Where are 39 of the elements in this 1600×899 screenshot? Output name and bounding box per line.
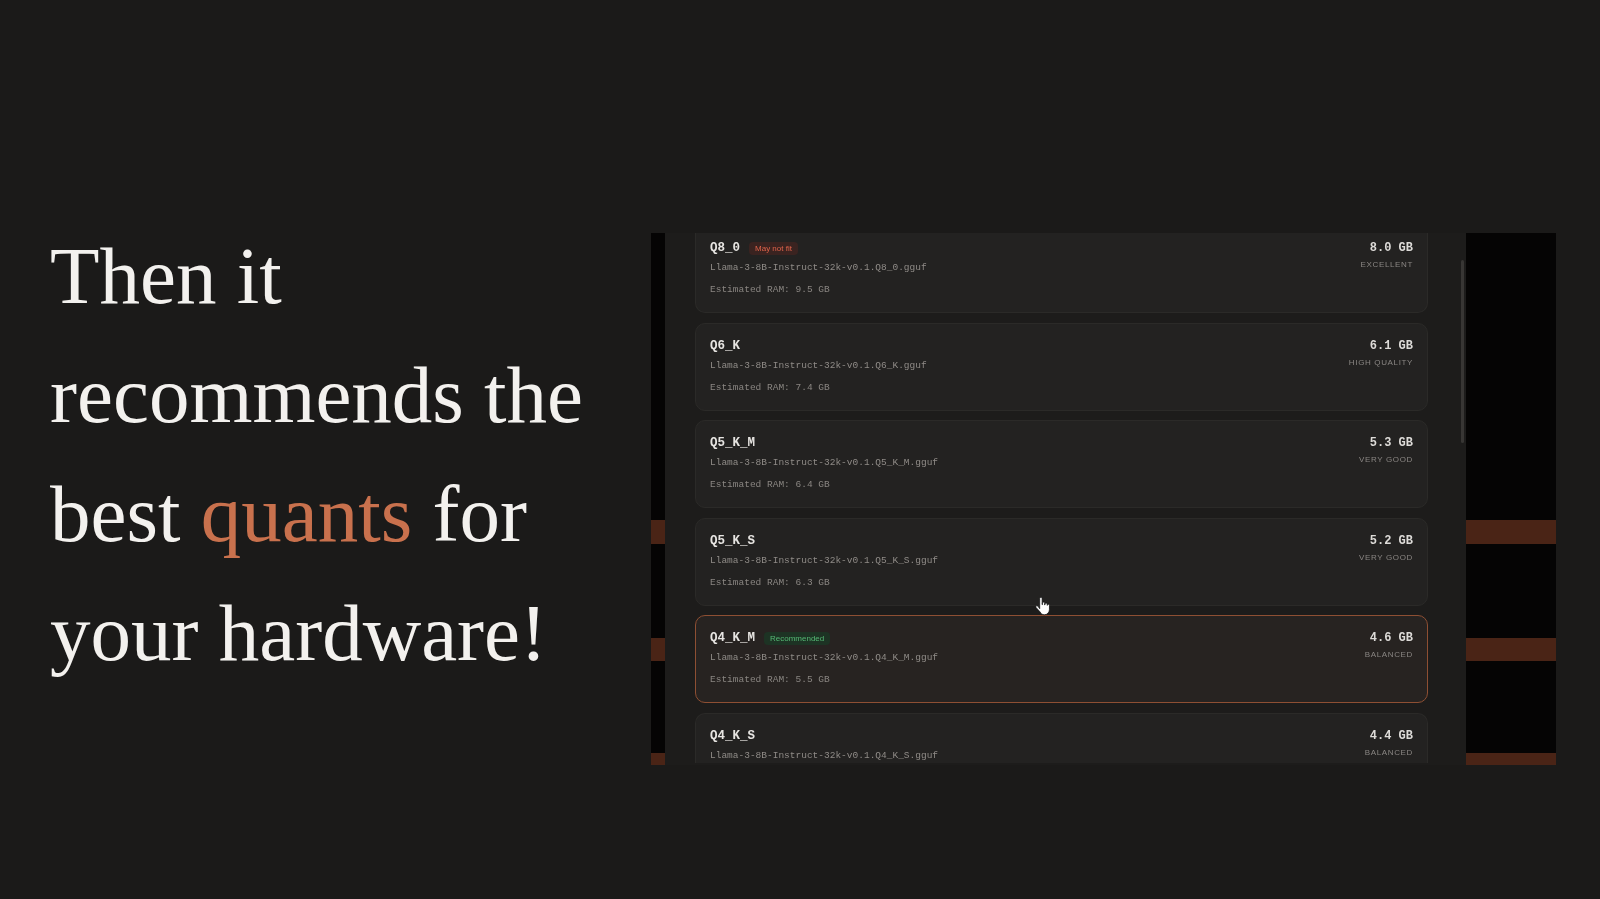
file-size: 5.3 GB [1369, 435, 1413, 451]
file-name: Llama-3-8B-Instruct-32k-v0.1.Q5_K_M.gguf [710, 456, 939, 470]
file-name: Llama-3-8B-Instruct-32k-v0.1.Q4_K_S.gguf [710, 748, 939, 763]
status-badge: May not fit [749, 241, 798, 255]
quality-label: VERY GOOD [1359, 454, 1413, 466]
file-size: 6.1 GB [1369, 337, 1413, 354]
quant-name: Q8_0 [710, 240, 740, 256]
quality-label: HIGH QUALITY [1348, 356, 1413, 369]
quant-name: Q4_K_S [710, 727, 755, 744]
quant-card[interactable]: Q5_K_M Llama-3-8B-Instruct-32k-v0.1.Q5_K_M.gguf Estimated RAM: 6.4 GB 5.3 GB VERY GOOD [695, 420, 1428, 508]
file-name: Llama-3-8B-Instruct-32k-v0.1.Q8_0.gguf [710, 261, 927, 275]
quant-card[interactable]: Q4_K_M Recommended Llama-3-8B-Instruct-32k-v0.1.Q4_K_M.gguf Estimated RAM: 5.5 GB 4.6 GB BALANCED [695, 615, 1428, 703]
quality-label: BALANCED [1364, 649, 1413, 661]
estimated-ram: Estimated RAM: 6.4 GB [710, 478, 831, 492]
file-size: 5.2 GB [1369, 532, 1413, 549]
file-size: 8.0 GB [1369, 240, 1413, 256]
quant-card[interactable]: Q8_0 May not fit Llama-3-8B-Instruct-32k-v0.1.Q8_0.gguf Estimated RAM: 9.5 GB 8.0 GB EXCELLENT [695, 233, 1428, 313]
file-size: 4.4 GB [1369, 727, 1413, 744]
file-name: Llama-3-8B-Instruct-32k-v0.1.Q5_K_S.gguf [710, 553, 939, 568]
quant-card[interactable]: Q4_K_S Llama-3-8B-Instruct-32k-v0.1.Q4_K_S.gguf 4.4 GB BALANCED [695, 712, 1428, 763]
file-name: Llama-3-8B-Instruct-32k-v0.1.Q4_K_M.gguf [710, 651, 939, 665]
hand-cursor-icon [1035, 597, 1050, 616]
quant-name: Q5_K_S [710, 532, 755, 549]
file-size: 4.6 GB [1369, 630, 1413, 646]
quant-name: Q4_K_M [710, 630, 755, 646]
quality-label: EXCELLENT [1360, 259, 1413, 271]
quant-name: Q6_K [710, 337, 740, 354]
quant-card[interactable]: Q6_K Llama-3-8B-Instruct-32k-v0.1.Q6_K.gguf Estimated RAM: 7.4 GB 6.1 GB HIGH QUALITY [695, 322, 1428, 411]
status-badge: Recommended [764, 631, 831, 645]
estimated-ram: Estimated RAM: 5.5 GB [710, 673, 831, 687]
headline: Then it recommends the best quants for your hardware! [50, 230, 585, 680]
estimated-ram: Estimated RAM: 7.4 GB [710, 380, 831, 395]
quant-card[interactable]: Q5_K_S Llama-3-8B-Instruct-32k-v0.1.Q5_K_S.gguf Estimated RAM: 6.3 GB 5.2 GB VERY GOOD [695, 517, 1428, 606]
file-name: Llama-3-8B-Instruct-32k-v0.1.Q6_K.gguf [710, 358, 927, 373]
quant-name: Q5_K_M [710, 435, 755, 451]
quality-label: BALANCED [1364, 746, 1413, 759]
estimated-ram: Estimated RAM: 6.3 GB [710, 575, 831, 590]
estimated-ram: Estimated RAM: 9.5 GB [710, 283, 831, 297]
quality-label: VERY GOOD [1359, 551, 1413, 564]
